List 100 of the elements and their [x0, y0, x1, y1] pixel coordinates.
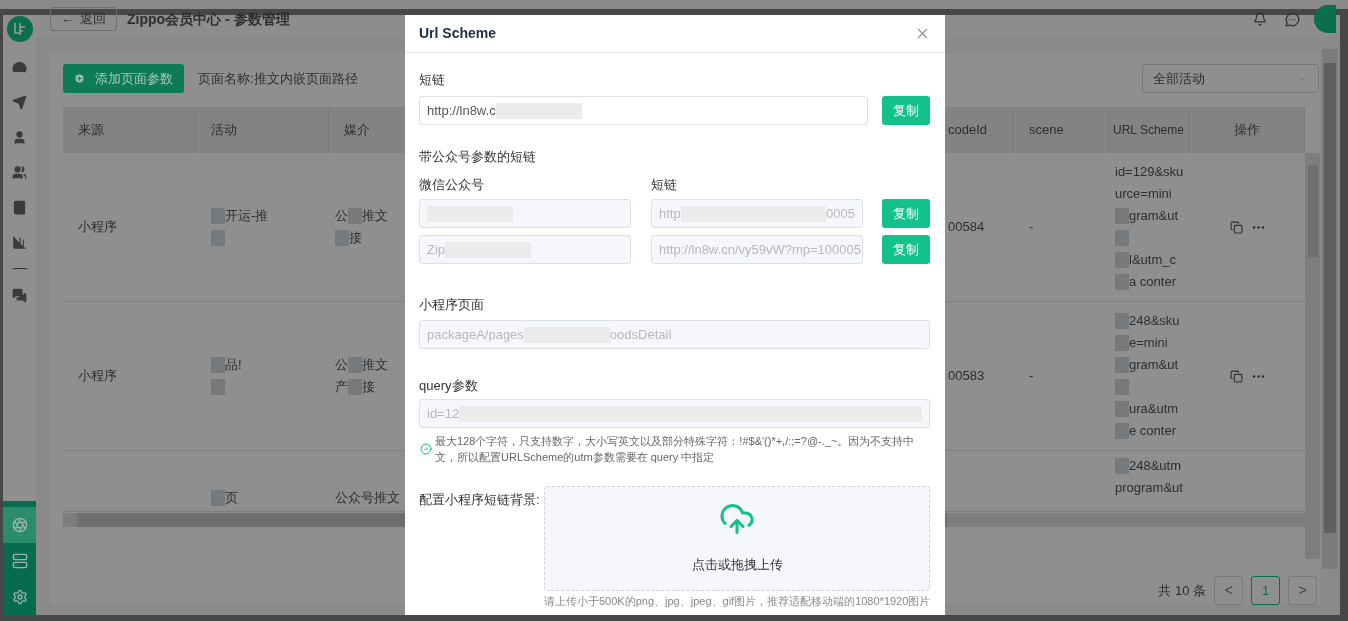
cell-text: urce=mini: [1115, 185, 1172, 204]
cell-text: id=129&sku: [1115, 163, 1184, 182]
notification-icon[interactable]: [1253, 12, 1267, 26]
redaction-blur: [211, 379, 225, 395]
cell-text: 公众号推文: [335, 489, 400, 508]
field-value: id=12: [427, 404, 460, 423]
field-value: packageA/pages: [427, 325, 524, 344]
vertical-scrollbar[interactable]: [1305, 153, 1320, 559]
upload-tip: 请上传小于500K的png、jpg、jpeg、gif图片，推荐适配移动端的1080*1920图片: [544, 594, 931, 609]
page-button[interactable]: 1: [1251, 576, 1280, 605]
redaction-blur: [348, 357, 362, 373]
page-name-text: 页面名称:推文内嵌页面路径: [198, 69, 358, 88]
prev-page-button[interactable]: <: [1214, 576, 1243, 605]
field-value: http: [659, 204, 681, 223]
cell-text: a conter: [1129, 273, 1176, 292]
column-header: codeId: [948, 121, 988, 140]
cell-text: gram&ut: [1129, 356, 1179, 375]
redaction-blur: [1115, 335, 1129, 351]
redaction-blur: [348, 208, 362, 224]
chat-icon[interactable]: [1285, 11, 1300, 27]
cell-text: -: [1029, 367, 1034, 386]
upload-area[interactable]: 点击或拖拽上传: [544, 486, 930, 591]
field-value: 0005: [826, 204, 855, 223]
cell-text: 推文: [362, 356, 388, 375]
cell-text: 248&utm: [1129, 457, 1182, 476]
cell-text: 产: [335, 378, 348, 397]
field-value: http://ln8w.c: [427, 101, 496, 120]
redaction-blur: [211, 490, 225, 506]
redaction-blur: [1115, 208, 1129, 224]
chat-bubbles-icon: [12, 287, 27, 303]
cell-text: 接: [349, 229, 362, 248]
copy-icon[interactable]: [1229, 369, 1243, 383]
send-icon: [12, 94, 27, 110]
user-icon: [12, 129, 27, 145]
copy-button[interactable]: 复制: [882, 96, 930, 125]
redaction-blur: [211, 230, 225, 246]
activity-select[interactable]: 全部活动: [1142, 64, 1319, 93]
next-page-button[interactable]: >: [1288, 576, 1317, 605]
cell-text: ura&utm: [1129, 400, 1179, 419]
redaction-blur: [1115, 357, 1129, 373]
cell-text: program&ut: [1115, 479, 1183, 498]
redaction-blur: [335, 230, 349, 246]
redaction-blur: [1115, 423, 1129, 439]
cell-text: 开运-推: [225, 207, 269, 226]
aperture-icon: [11, 517, 28, 533]
column-label: 微信公众号: [419, 176, 485, 194]
cell-text: 品!: [225, 356, 242, 375]
column-header: scene: [1029, 121, 1064, 140]
cell-text: 小程序: [78, 218, 117, 237]
redaction-blur: [1115, 230, 1129, 246]
upload-text: 点击或拖拽上传: [691, 556, 783, 574]
column-label: 短链: [651, 176, 677, 194]
cell-text: gram&ut: [1129, 207, 1179, 226]
server-icon: [11, 553, 28, 569]
column-header: URL Scheme: [1113, 122, 1184, 139]
redaction-blur: [211, 357, 225, 373]
column-header: 活动: [211, 121, 237, 140]
sidebar-item[interactable]: [3, 507, 36, 543]
field-value: http://ln8w.cn/vy59vW?mp=100005: [659, 240, 861, 259]
cell-text: 推文: [362, 207, 388, 226]
page-scrollbar[interactable]: [1322, 49, 1338, 569]
page-title: Zippo会员中心 - 参数管理: [127, 9, 290, 29]
cell-text: e conter: [1129, 422, 1176, 441]
cell-text: e=mini: [1129, 334, 1168, 353]
redaction-blur: [1115, 379, 1129, 395]
field-value: Zip: [427, 240, 446, 259]
users-icon: [12, 164, 27, 180]
plus-icon: [74, 73, 85, 84]
text-field[interactable]: http://ln8w.c: [419, 96, 868, 125]
cell-text: 00584: [948, 218, 985, 237]
add-page-param-button[interactable]: 添加页面参数: [63, 64, 184, 93]
field-label: 小程序页面: [419, 296, 485, 314]
avatar[interactable]: [1314, 5, 1336, 33]
cloud-upload-icon: [719, 501, 755, 537]
cell-text: -: [1029, 218, 1034, 237]
cell-text: 小程序: [78, 367, 117, 386]
cell-text: 公: [335, 207, 348, 226]
copy-icon[interactable]: [1229, 220, 1243, 234]
field-label: query参数: [419, 377, 479, 395]
back-arrow-icon: ←: [61, 9, 74, 29]
field-label: 配置小程序短链背景:: [419, 491, 541, 509]
cell-text: 公: [335, 356, 348, 375]
redaction-blur: [348, 379, 362, 395]
redaction-blur: [1115, 401, 1129, 417]
settings-icon: [11, 589, 28, 605]
section-label: 带公众号参数的短链: [419, 148, 537, 166]
query-hint: 最大128个字符，只支持数字，大小写英文以及部分特殊字符：!#$&'()*+,/:;=?@-._~。因为不支持中文，所以配置URLScheme的utm参数需要在 query 中指定: [435, 434, 916, 465]
cell-text: l&utm_c: [1129, 251, 1176, 270]
redaction-blur: [211, 208, 225, 224]
redaction-blur: [1115, 252, 1129, 268]
dialog-title: Url Scheme: [419, 24, 497, 43]
total-count: 共 10 条: [1158, 581, 1206, 600]
redaction-blur: [1115, 458, 1129, 474]
field-value: oodsDetail: [609, 325, 672, 344]
column-header: 来源: [78, 121, 104, 140]
cell-text: 00583: [948, 367, 985, 386]
back-button[interactable]: ← 返回: [50, 7, 117, 31]
redaction-blur: [1115, 274, 1129, 290]
column-header: 媒介: [344, 121, 370, 140]
field-label: 短链: [419, 71, 446, 89]
